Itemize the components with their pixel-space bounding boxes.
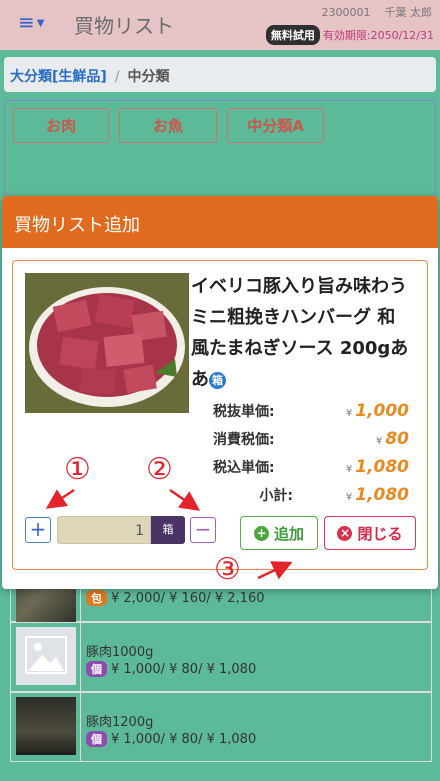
category-button-a[interactable]: 中分類A — [227, 108, 324, 143]
close-circle-icon: × — [337, 525, 353, 541]
category-button-fish[interactable]: お魚 — [119, 108, 217, 143]
price-number: 1,080 — [355, 485, 409, 505]
price-text: ¥ 2,000/ ¥ 160/ ¥ 2,160 — [111, 591, 265, 606]
image-placeholder-icon — [16, 627, 76, 685]
quantity-plus-button[interactable]: + — [25, 517, 51, 543]
add-button[interactable]: + 追加 — [240, 516, 318, 550]
yen-symbol: ¥ — [345, 492, 353, 503]
price-label-subtotal: 小計: — [259, 488, 293, 504]
annotation-2: ② — [146, 452, 173, 487]
thumb-cell — [11, 623, 81, 691]
price-label-incl-tax: 税込単価: — [213, 460, 275, 476]
unit-badge: 箱 — [209, 371, 226, 389]
modal-title: 買物リスト追加 — [2, 196, 438, 248]
yen-symbol: ¥ — [345, 408, 353, 419]
price-line: 個 ¥ 1,000/ ¥ 80/ ¥ 1,080 — [86, 731, 256, 747]
yen-symbol: ¥ — [345, 464, 353, 475]
hamburger-icon: ≡ — [18, 10, 35, 34]
annotation-1: ① — [64, 452, 91, 487]
price-value-tax: ¥80 — [299, 429, 409, 449]
plus-circle-icon: + — [253, 525, 269, 541]
thumb-cell — [11, 693, 81, 761]
price-number: 80 — [385, 429, 409, 449]
menu-button[interactable]: ≡ ▼ — [18, 10, 44, 36]
product-title-text: イベリコ豚入り旨み味わう ミニ粗挽きハンバーグ 和風たまねぎソース 200gああ — [191, 276, 409, 390]
unit-badge: 包 — [86, 590, 107, 606]
shopping-list: 包 ¥ 2,000/ ¥ 160/ ¥ 2,160 豚肉1000g 個 ¥ 1,00… — [10, 565, 432, 762]
product-title: イベリコ豚入り旨み味わう ミニ粗挽きハンバーグ 和風たまねぎソース 200gああ… — [191, 271, 411, 395]
price-number: 1,080 — [355, 457, 409, 477]
price-value-excl-tax: ¥1,000 — [299, 401, 409, 421]
price-label-tax: 消費税価: — [213, 432, 275, 448]
caret-down-icon: ▼ — [36, 17, 45, 29]
product-name: 豚肉1200g — [86, 715, 154, 730]
price-number: 1,000 — [355, 401, 409, 421]
close-button[interactable]: × 閉じる — [324, 516, 416, 550]
expiry-date: 有効期限:2050/12/31 — [322, 29, 434, 42]
product-image — [25, 273, 189, 413]
price-label-excl-tax: 税抜単価: — [213, 404, 275, 420]
breadcrumb-major[interactable]: 大分類[生鮮品] — [10, 69, 107, 85]
annotation-3: ③ — [214, 552, 241, 587]
yen-symbol: ¥ — [375, 436, 383, 447]
add-button-label: 追加 — [273, 524, 304, 543]
breadcrumb-current: 中分類 — [127, 69, 170, 85]
price-value-subtotal: ¥1,080 — [299, 485, 409, 505]
price-text: ¥ 1,000/ ¥ 80/ ¥ 1,080 — [111, 732, 257, 747]
price-text: ¥ 1,000/ ¥ 80/ ¥ 1,080 — [111, 662, 257, 677]
user-name: 千葉 太郎 — [384, 6, 433, 19]
price-line: 個 ¥ 1,000/ ¥ 80/ ¥ 1,080 — [86, 661, 256, 677]
unit-badge: 個 — [86, 731, 107, 747]
price-line: 包 ¥ 2,000/ ¥ 160/ ¥ 2,160 — [86, 590, 264, 606]
list-item[interactable]: 豚肉1200g 個 ¥ 1,000/ ¥ 80/ ¥ 1,080 — [10, 692, 432, 762]
list-item[interactable]: 豚肉1000g 個 ¥ 1,000/ ¥ 80/ ¥ 1,080 — [10, 622, 432, 692]
trial-badge: 無料試用 — [265, 25, 320, 45]
product-thumbnail — [16, 697, 76, 755]
trial-info: 無料試用 有効期限:2050/12/31 — [265, 25, 434, 45]
product-name: 豚肉1000g — [86, 645, 154, 660]
quantity-input[interactable]: 1 — [57, 516, 151, 544]
app-header: ≡ ▼ 買物リスト 2300001 千葉 太郎 無料試用 有効期限:2050/12/3… — [0, 0, 440, 50]
user-code: 2300001 — [321, 6, 371, 19]
quantity-minus-button[interactable]: − — [190, 517, 216, 543]
page-title: 買物リスト — [74, 14, 174, 38]
unit-badge: 個 — [86, 661, 107, 677]
quantity-unit: 箱 — [151, 516, 185, 544]
breadcrumb: 大分類[生鮮品] / 中分類 — [4, 57, 436, 92]
price-value-incl-tax: ¥1,080 — [299, 457, 409, 477]
category-button-meat[interactable]: お肉 — [13, 108, 109, 143]
breadcrumb-separator: / — [114, 69, 120, 85]
close-button-label: 閉じる — [357, 524, 403, 543]
user-info: 2300001 千葉 太郎 — [322, 4, 433, 20]
